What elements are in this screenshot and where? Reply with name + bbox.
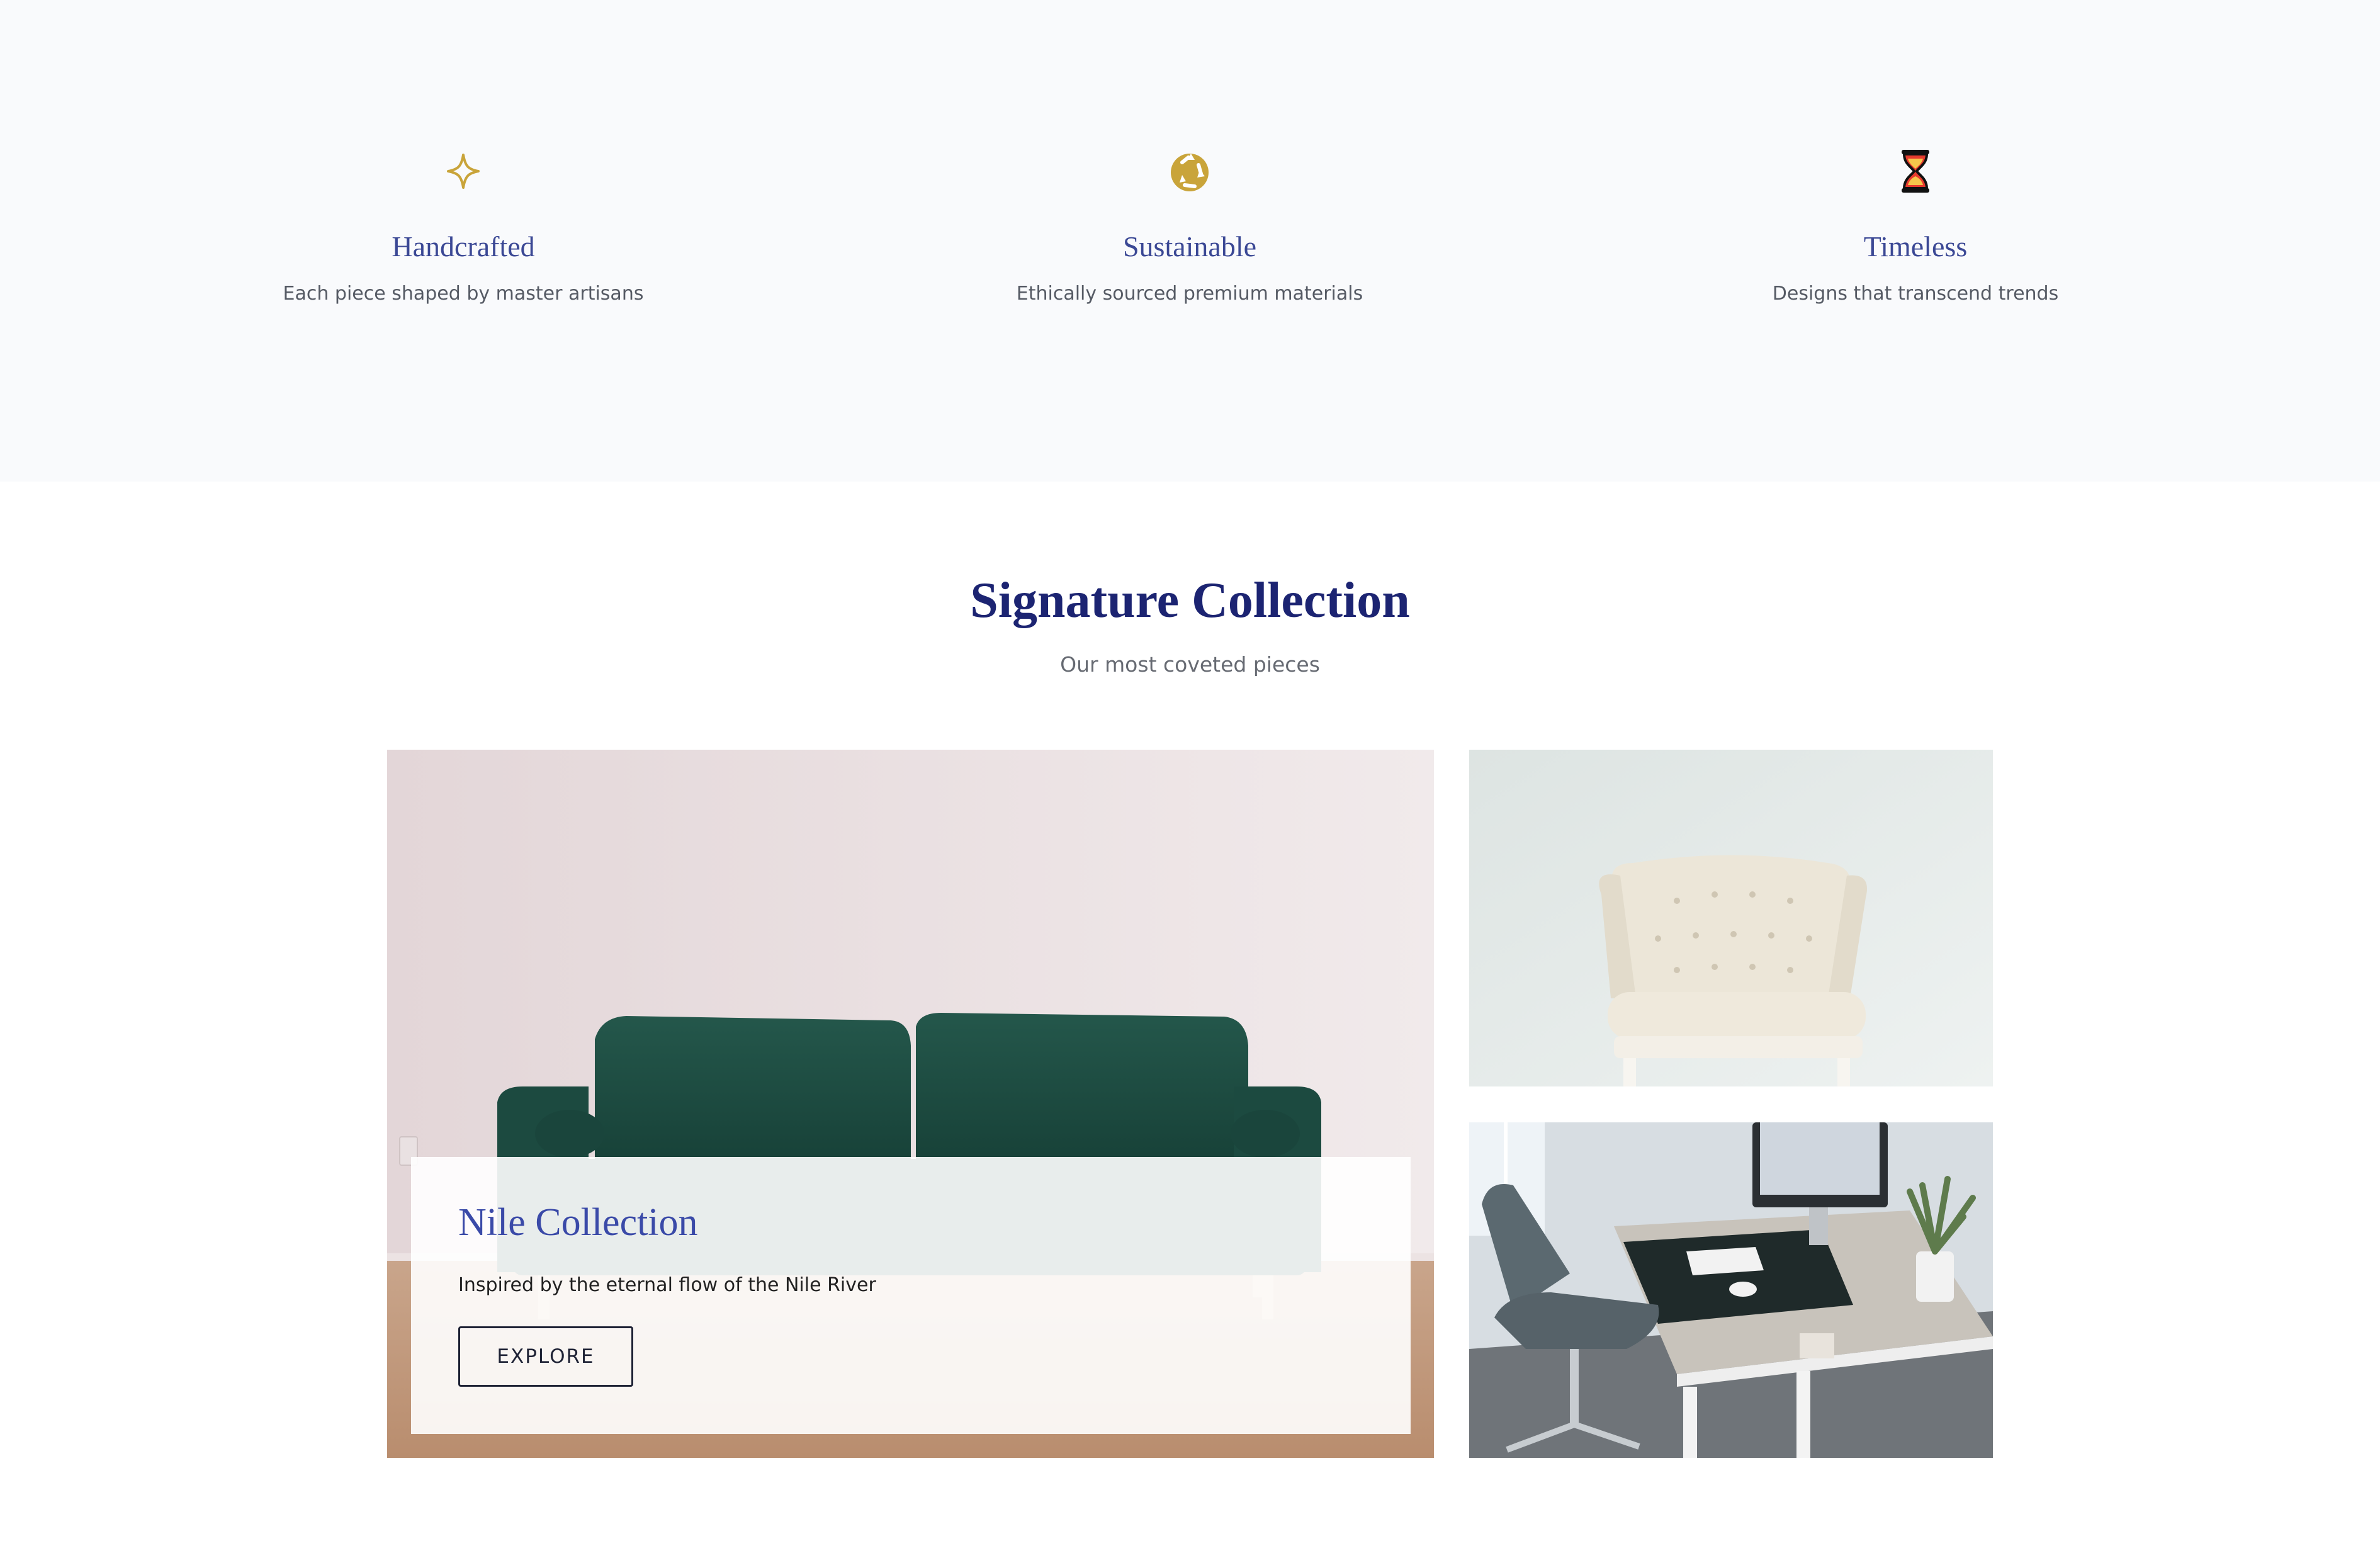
section-subtitle: Our most coveted pieces	[1060, 652, 1320, 677]
office-desk-image	[1469, 1122, 1993, 1458]
feature-sustainable: Sustainable Ethically sourced premium ma…	[875, 145, 1504, 305]
feature-handcrafted: Handcrafted Each piece shaped by master …	[149, 145, 778, 305]
sparkle-icon	[447, 154, 480, 189]
recycle-icon	[1171, 154, 1209, 191]
feature-description: Each piece shaped by master artisans	[283, 282, 644, 305]
collection-overlay-panel: Nile Collection Inspired by the eternal …	[411, 1157, 1411, 1434]
feature-title: Handcrafted	[392, 230, 535, 262]
chair-product-tile[interactable]	[1469, 750, 1993, 1086]
collection-title: Nile Collection	[458, 1201, 698, 1244]
feature-title: Sustainable	[1122, 230, 1257, 262]
office-desk-tile[interactable]	[1469, 1122, 1993, 1458]
feature-description: Ethically sourced premium materials	[1016, 282, 1363, 305]
armchair-image	[1469, 750, 1993, 1086]
explore-button[interactable]: EXPLORE	[458, 1326, 633, 1387]
hourglass-icon	[1902, 150, 1929, 193]
feature-timeless: Timeless Designs that transcend trends	[1601, 145, 2230, 305]
feature-title: Timeless	[1863, 230, 1968, 262]
collection-description: Inspired by the eternal flow of the Nile…	[458, 1274, 876, 1296]
feature-description: Designs that transcend trends	[1772, 282, 2059, 305]
features-band: Handcrafted Each piece shaped by master …	[0, 0, 2380, 482]
section-title: Signature Collection	[970, 573, 1410, 628]
featured-collection-card[interactable]: Nile Collection Inspired by the eternal …	[387, 750, 1434, 1458]
